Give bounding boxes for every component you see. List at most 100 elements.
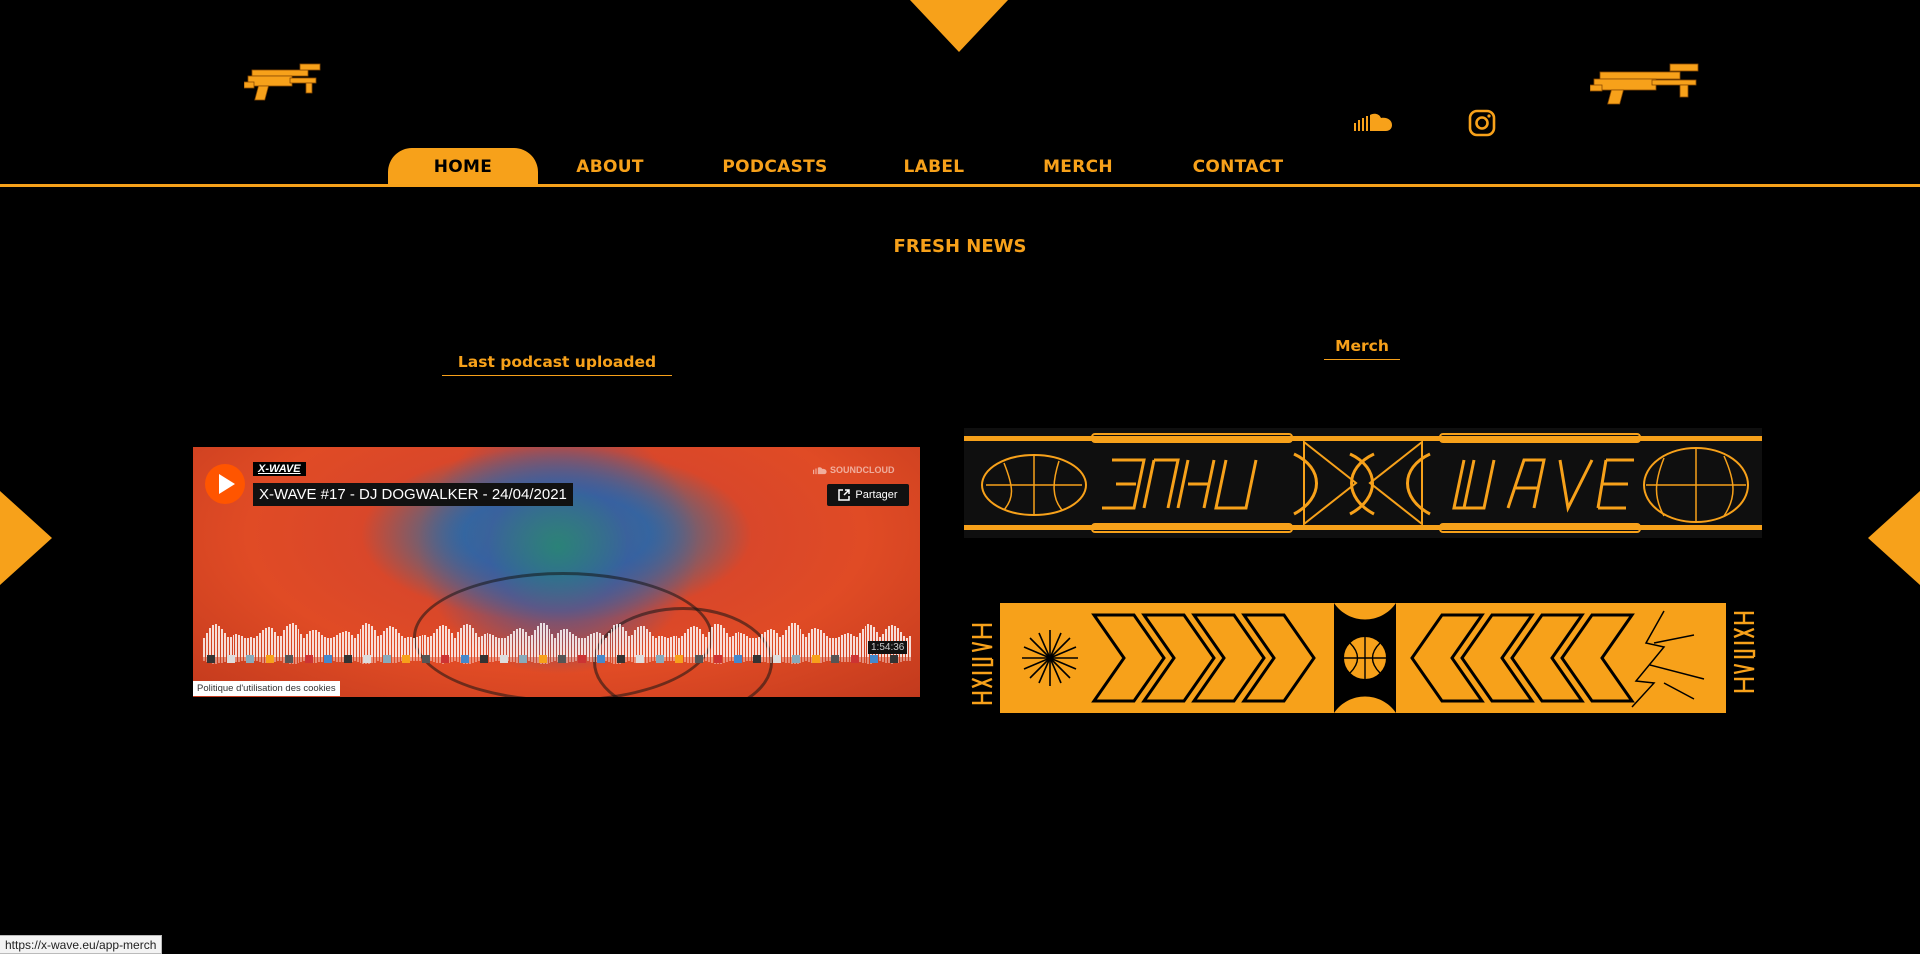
comment-avatar[interactable]	[519, 655, 527, 663]
comment-avatar[interactable]	[285, 655, 293, 663]
waveform-bar	[852, 635, 855, 657]
comment-avatar[interactable]	[441, 655, 449, 663]
comment-avatar[interactable]	[266, 655, 274, 663]
comment-avatar[interactable]	[402, 655, 410, 663]
comment-avatar[interactable]	[870, 655, 878, 663]
waveform-bar	[631, 634, 634, 657]
waveform-bar	[843, 633, 846, 657]
nav-item-podcasts[interactable]: PODCASTS	[682, 148, 868, 186]
comment-avatar[interactable]	[597, 655, 605, 663]
waveform-bar	[471, 628, 474, 657]
waveform-bar	[663, 636, 666, 657]
waveform-bar	[211, 625, 214, 657]
waveform-bar	[675, 635, 678, 657]
nav-item-label[interactable]: LABEL	[868, 148, 1000, 186]
comment-avatar[interactable]	[812, 655, 820, 663]
comment-avatar[interactable]	[831, 655, 839, 663]
comment-avatar[interactable]	[227, 655, 235, 663]
waveform-bar	[699, 629, 702, 657]
carousel-next-arrow[interactable]	[1868, 491, 1920, 585]
comment-avatar[interactable]	[480, 655, 488, 663]
waveform-bar	[601, 635, 604, 657]
waveform-bar	[321, 634, 324, 657]
comment-avatar[interactable]	[675, 655, 683, 663]
comment-avatar[interactable]	[363, 655, 371, 663]
merch-item-scarf-dark[interactable]	[964, 428, 1762, 538]
waveform-bar	[589, 634, 592, 657]
waveform-bar	[262, 630, 265, 657]
comment-avatar[interactable]	[383, 655, 391, 663]
waveform-bar	[619, 624, 622, 657]
scarf-orange-artwork	[964, 603, 1762, 713]
waveform-bar	[430, 636, 433, 657]
waveform-bar	[217, 625, 220, 657]
waveform-bar	[259, 633, 262, 657]
waveform-bar	[365, 623, 368, 657]
waveform-bar	[728, 636, 731, 657]
waveform-bar	[737, 632, 740, 657]
merch-item-scarf-orange[interactable]	[964, 603, 1762, 713]
waveform-bar	[634, 630, 637, 657]
comment-avatar[interactable]	[753, 655, 761, 663]
waveform-bar	[672, 635, 675, 657]
cookie-policy-link[interactable]: Politique d'utilisation des cookies	[193, 681, 340, 696]
comment-avatar[interactable]	[422, 655, 430, 663]
waveform-bar	[787, 625, 790, 657]
carousel-prev-arrow[interactable]	[0, 491, 52, 585]
comment-avatar[interactable]	[305, 655, 313, 663]
waveform-bar	[790, 623, 793, 657]
waveform-bar	[566, 629, 569, 657]
waveform-bar	[383, 630, 386, 657]
instagram-link[interactable]	[1466, 108, 1498, 138]
nav-item-home[interactable]: HOME	[388, 148, 538, 186]
xwave-logo-left[interactable]	[243, 58, 326, 108]
nav-item-contact[interactable]: CONTACT	[1156, 148, 1320, 186]
comment-avatar[interactable]	[558, 655, 566, 663]
waveform-bar	[648, 632, 651, 657]
comment-avatar[interactable]	[656, 655, 664, 663]
waveform-bar	[817, 628, 820, 657]
comment-avatar[interactable]	[714, 655, 722, 663]
waveform-bar	[764, 631, 767, 657]
player-username[interactable]: X-WAVE	[253, 462, 306, 476]
gun-logo-icon	[243, 63, 321, 101]
comment-avatar[interactable]	[539, 655, 547, 663]
waveform-bar	[722, 628, 725, 657]
waveform-bar	[864, 625, 867, 657]
waveform-bar	[640, 625, 643, 657]
player-track-title[interactable]: X-WAVE #17 - DJ DOGWALKER - 24/04/2021	[253, 483, 573, 506]
waveform-bar	[645, 629, 648, 657]
comment-avatar[interactable]	[890, 655, 898, 663]
play-button[interactable]	[205, 464, 245, 504]
comment-avatar[interactable]	[773, 655, 781, 663]
comment-avatar[interactable]	[734, 655, 742, 663]
waveform-bar	[344, 631, 347, 657]
waveform-bar	[483, 633, 486, 657]
waveform-bar	[719, 625, 722, 657]
comment-avatar[interactable]	[246, 655, 254, 663]
xwave-logo-right[interactable]	[1589, 58, 1704, 108]
nav-item-about[interactable]: ABOUT	[538, 148, 682, 186]
comment-avatar[interactable]	[324, 655, 332, 663]
comment-avatar[interactable]	[500, 655, 508, 663]
nav-item-merch[interactable]: MERCH	[1000, 148, 1156, 186]
comment-avatar[interactable]	[636, 655, 644, 663]
comment-avatar[interactable]	[792, 655, 800, 663]
waveform[interactable]	[203, 623, 911, 657]
comment-avatar[interactable]	[344, 655, 352, 663]
share-button[interactable]: Partager	[827, 484, 909, 506]
comments-strip[interactable]	[203, 655, 909, 667]
soundcloud-brand[interactable]: SOUNDCLOUD	[811, 465, 895, 475]
comment-avatar[interactable]	[461, 655, 469, 663]
waveform-bar	[389, 626, 391, 657]
waveform-bar	[551, 633, 554, 657]
comment-avatar[interactable]	[617, 655, 625, 663]
comment-avatar[interactable]	[695, 655, 703, 663]
waveform-bar	[510, 633, 513, 657]
comment-avatar[interactable]	[207, 655, 215, 663]
waveform-bar	[468, 625, 471, 657]
comment-avatar[interactable]	[578, 655, 586, 663]
soundcloud-icon	[1354, 113, 1392, 131]
soundcloud-link[interactable]	[1352, 108, 1394, 136]
comment-avatar[interactable]	[851, 655, 859, 663]
